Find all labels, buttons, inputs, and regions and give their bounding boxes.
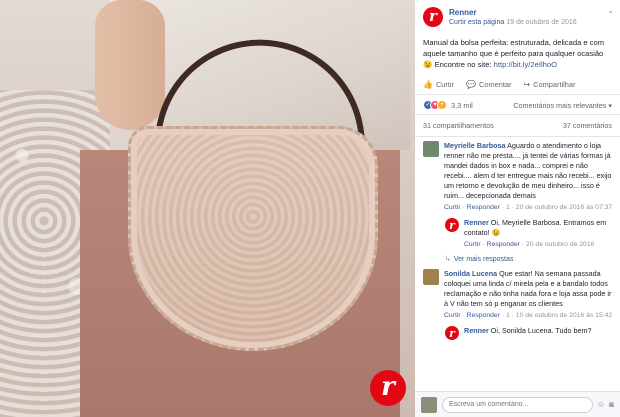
comment-composer: ☺ ◙ [415, 391, 620, 417]
comment-meta: Curtir · Responder · 1 · 20 de outubro d… [444, 204, 613, 211]
composer-tools: ☺ ◙ [597, 400, 614, 409]
comment: Sonilda Lucena Que estar! Na semana pass… [423, 269, 614, 321]
product-photo[interactable]: r [0, 0, 415, 417]
page-reply-avatar[interactable]: r [445, 326, 459, 340]
commenter-avatar[interactable] [423, 141, 439, 157]
comment-reply-link[interactable]: Responder [467, 204, 500, 211]
wow-reaction-icon[interactable]: • [437, 100, 447, 110]
page-name-link[interactable]: Renner [449, 8, 577, 17]
comment-button[interactable]: 💬 Comentar [466, 80, 511, 89]
comment-reply: r Renner Oi, Meyrielle Barbosa. Entramos… [445, 218, 614, 250]
comment-input[interactable] [442, 396, 593, 413]
commenter-name[interactable]: Meyrielle Barbosa [444, 141, 506, 150]
comment-timestamp: 1 · 10 de outubro de 2016 às 15:42 [505, 312, 613, 319]
reply-like-link[interactable]: Curtir [464, 241, 481, 248]
thumbs-up-icon: 👍 [423, 80, 433, 89]
comment-reply-link[interactable]: Responder [467, 312, 500, 319]
post-header: r Renner Curtir esta página 19 de outubr… [415, 0, 620, 27]
share-button[interactable]: ↪ Compartilhar [523, 80, 575, 89]
current-user-avatar [421, 396, 437, 413]
post-subline: Curtir esta página 19 de outubro de 2016 [449, 19, 577, 26]
like-button[interactable]: 👍 Curtir [423, 80, 454, 89]
camera-icon[interactable]: ◙ [609, 400, 614, 409]
comment: Meyrielle Barbosa Aguardo o atendimento … [423, 141, 614, 213]
post-actions: 👍 Curtir 💬 Comentar ↪ Compartilhar [415, 70, 620, 95]
reply-timestamp: 20 de outubro de 2016 [525, 241, 595, 248]
comment-like-link[interactable]: Curtir [444, 204, 461, 211]
emoji-icon[interactable]: ☺ [597, 400, 605, 409]
reactions-row: ✓ ♥ • 3,3 mil Comentários mais relevante… [415, 95, 620, 115]
post-panel: r Renner Curtir esta página 19 de outubr… [415, 0, 620, 417]
commenter-avatar[interactable] [423, 269, 439, 285]
comments-list: Meyrielle Barbosa Aguardo o atendimento … [415, 137, 620, 340]
comments-count[interactable]: 37 comentários [563, 121, 612, 130]
commenter-name[interactable]: Sonilda Lucena [444, 269, 497, 278]
reply-meta: Curtir · Responder · 20 de outubro de 20… [464, 241, 595, 248]
more-replies-label: Ver mais respostas [453, 256, 514, 263]
reply-author[interactable]: Renner [464, 218, 489, 227]
post-link[interactable]: http://bit.ly/2eIlhoO [494, 60, 557, 69]
like-label: Curtir [435, 80, 455, 89]
handbag [128, 126, 378, 351]
shares-count[interactable]: 31 compartilhamentos [423, 121, 494, 130]
comment-meta: Curtir · Responder · 1 · 10 de outubro d… [444, 312, 613, 319]
renner-logo: r [370, 370, 406, 406]
comment-label: Comentar [479, 80, 512, 89]
more-replies-link[interactable]: ↳ Ver mais respostas [445, 255, 614, 263]
reply-author[interactable]: Renner [464, 326, 489, 335]
counts-row: 31 compartilhamentos 37 comentários [415, 115, 620, 137]
reply-text: Oi, Sonilda Lucena. Tudo bem? [490, 326, 592, 335]
page-reply-avatar[interactable]: r [445, 218, 459, 232]
arm [95, 0, 165, 130]
comment-timestamp: 1 · 20 de outubro de 2016 às 07:37 [505, 204, 613, 211]
chevron-down-icon[interactable]: ⌄ [607, 6, 614, 15]
comment-like-link[interactable]: Curtir [444, 312, 461, 319]
reaction-count[interactable]: 3,3 mil [451, 101, 473, 110]
reply-reply-link[interactable]: Responder [487, 241, 520, 248]
comment-sort-dropdown[interactable]: Comentários mais relevantes ▾ [513, 101, 612, 110]
like-page-link[interactable]: Curtir esta página [449, 19, 504, 26]
post-date[interactable]: 19 de outubro de 2016 [506, 19, 576, 26]
comment-reply: r Renner Oi, Sonilda Lucena. Tudo bem? [445, 326, 614, 340]
speech-bubble-icon: 💬 [466, 80, 477, 89]
share-label: Compartilhar [533, 80, 576, 89]
share-arrow-icon: ↪ [523, 80, 531, 89]
reply-arrow-icon: ↳ [445, 256, 451, 263]
post-text: Manual da bolsa perfeita: estruturada, d… [415, 27, 620, 70]
page-avatar[interactable]: r [423, 7, 443, 27]
